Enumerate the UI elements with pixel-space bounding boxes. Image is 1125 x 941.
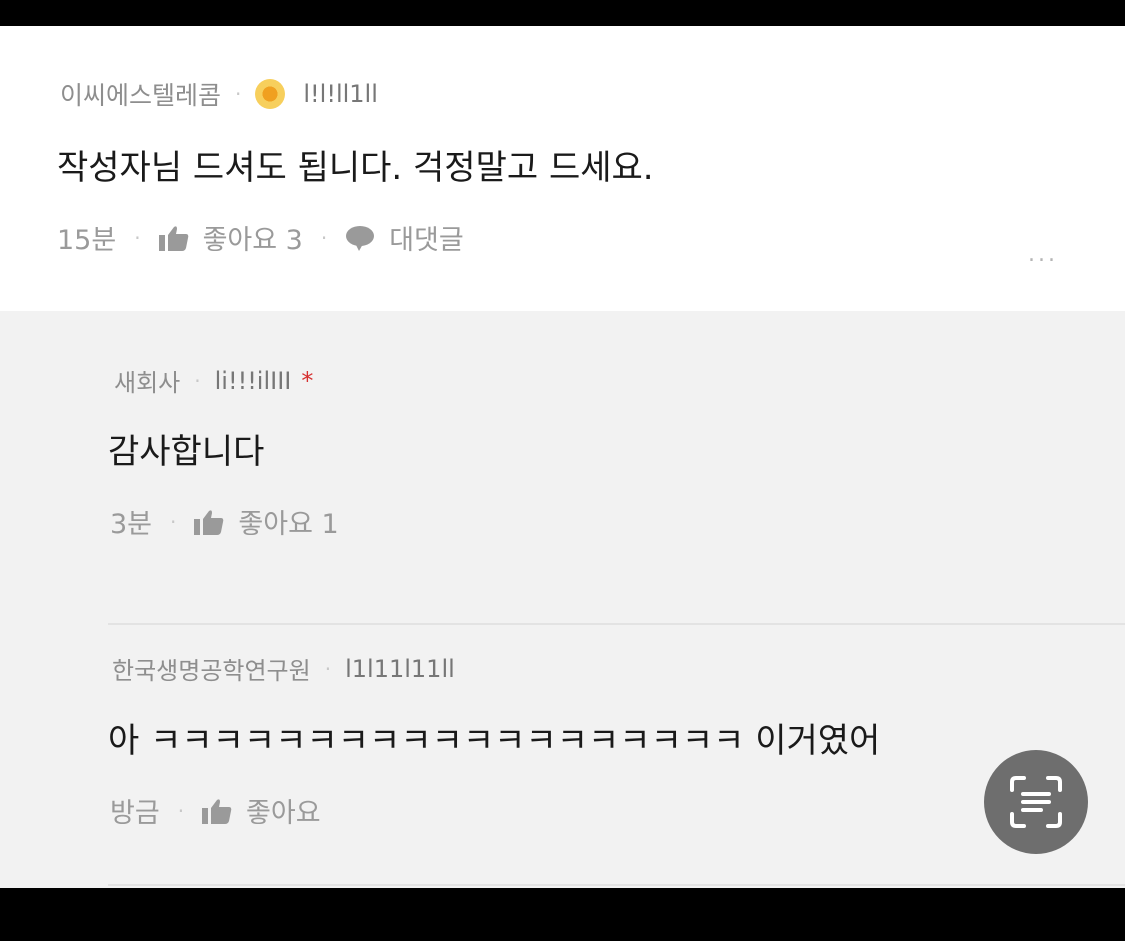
- author-handle: l!l!ll1ll: [303, 80, 378, 108]
- thumbs-up-icon: [202, 798, 232, 824]
- scan-text-icon: [1010, 776, 1062, 828]
- reply-divider: [108, 884, 1125, 886]
- comment-actions: 15분 · 좋아요 3 · 대댓글: [57, 218, 464, 257]
- separator-dot: ·: [324, 656, 332, 681]
- comment-text: 작성자님 드셔도 됩니다. 걱정말고 드세요.: [57, 148, 654, 188]
- like-label: 좋아요 1: [238, 509, 339, 540]
- reply-actions: 3분 · 좋아요 1: [110, 502, 339, 541]
- separator-dot: ·: [235, 82, 242, 106]
- comment-meta: 이씨에스텔레콤 · l!l!ll1ll: [60, 76, 378, 112]
- bottom-bar: [0, 888, 1125, 941]
- author-name[interactable]: 이씨에스텔레콤: [60, 76, 221, 112]
- reply-meta: 새회사 · li!!!ilIII *: [114, 363, 313, 398]
- author-name[interactable]: 새회사: [114, 363, 180, 398]
- thumbs-up-icon: [194, 509, 224, 535]
- reply-label: 대댓글: [389, 225, 464, 256]
- author-handle: l1l11l11ll: [345, 654, 455, 683]
- separator-dot: ·: [170, 509, 177, 534]
- top-bar: [0, 0, 1125, 26]
- more-dots-icon[interactable]: ...: [1028, 242, 1058, 267]
- reply-divider: [108, 623, 1125, 625]
- like-label: 좋아요 3: [202, 225, 303, 256]
- like-button[interactable]: 좋아요: [202, 791, 321, 830]
- reply-meta: 한국생명공학연구원 · l1l11l11ll: [112, 651, 455, 686]
- reply-actions: 방금 · 좋아요: [110, 791, 321, 830]
- original-poster-star-icon: *: [301, 366, 314, 395]
- speech-bubble-icon: [346, 225, 375, 251]
- reply-button[interactable]: 대댓글: [345, 218, 464, 257]
- comment-thread: 이씨에스텔레콤 · l!l!ll1ll 작성자님 드셔도 됩니다. 걱정말고 드…: [0, 26, 1125, 888]
- separator-dot: ·: [194, 368, 201, 393]
- comment-time: 15분: [57, 225, 117, 256]
- reply-text: 아 ㅋㅋㅋㅋㅋㅋㅋㅋㅋㅋㅋㅋㅋㅋㅋㅋㅋㅋㅋ 이거였어: [108, 721, 881, 761]
- separator-dot: ·: [177, 798, 185, 823]
- replies-section: 새회사 · li!!!ilIII * 감사합니다 3분 · 좋아요 1 한국생명…: [0, 311, 1125, 888]
- thumbs-up-icon: [158, 225, 188, 251]
- reply-time: 방금: [110, 798, 160, 829]
- like-label: 좋아요: [246, 798, 321, 829]
- scan-text-button[interactable]: [984, 750, 1088, 854]
- author-name[interactable]: 한국생명공학연구원: [112, 651, 311, 686]
- separator-dot: ·: [320, 225, 328, 250]
- main-comment: 이씨에스텔레콤 · l!l!ll1ll 작성자님 드셔도 됩니다. 걱정말고 드…: [0, 26, 1125, 311]
- reply-time: 3분: [110, 509, 153, 540]
- like-button[interactable]: 좋아요 3: [158, 218, 303, 257]
- reply-text: 감사합니다: [108, 432, 265, 472]
- like-button[interactable]: 좋아요 1: [194, 502, 339, 541]
- separator-dot: ·: [134, 225, 141, 250]
- author-badge-icon: [255, 79, 286, 109]
- author-handle: li!!!ilIII: [214, 366, 292, 395]
